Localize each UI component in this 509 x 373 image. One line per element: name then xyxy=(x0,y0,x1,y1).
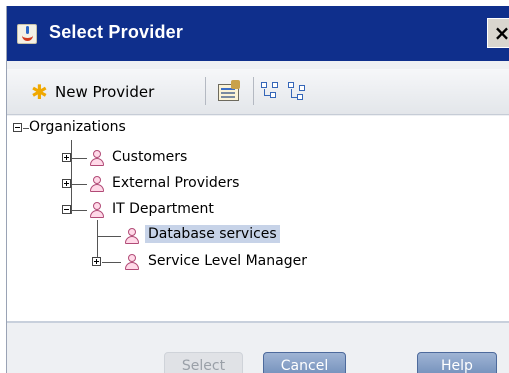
asterisk-icon: ✱ xyxy=(31,80,48,104)
tree-item-organizations[interactable]: Organizations xyxy=(29,119,126,135)
expand-toggle-service-level-manager[interactable] xyxy=(92,257,101,266)
java-cup-icon xyxy=(17,24,37,44)
collapse-all-button[interactable] xyxy=(288,82,308,100)
expand-all-button[interactable] xyxy=(261,82,281,100)
organization-icon xyxy=(88,175,106,193)
help-button[interactable]: Help xyxy=(417,352,497,373)
organization-icon xyxy=(123,253,141,271)
organization-icon xyxy=(88,201,106,219)
organization-icon xyxy=(123,227,141,245)
provider-tree[interactable]: Organizations Customers External Provide… xyxy=(7,116,509,321)
expand-toggle-external-providers[interactable] xyxy=(62,179,71,188)
tree-item-external-providers[interactable]: External Providers xyxy=(112,175,239,191)
tree-item-customers[interactable]: Customers xyxy=(112,149,187,165)
cancel-button[interactable]: Cancel xyxy=(263,352,346,373)
organization-icon xyxy=(88,149,106,167)
toolbar: ✱ New Provider xyxy=(7,69,509,115)
properties-hand-icon xyxy=(231,80,240,89)
toolbar-separator-2 xyxy=(253,77,254,105)
collapse-toggle-organizations[interactable] xyxy=(13,123,22,132)
toolbar-separator xyxy=(205,77,206,105)
select-provider-dialog: Select Provider × ✱ New Provider Organiz… xyxy=(6,6,509,373)
tree-item-it-department[interactable]: IT Department xyxy=(112,201,214,217)
collapse-all-icon xyxy=(288,82,294,88)
properties-button[interactable] xyxy=(218,80,242,102)
title-bar[interactable]: Select Provider xyxy=(7,6,509,61)
dialog-title: Select Provider xyxy=(49,22,184,42)
close-button[interactable]: × xyxy=(487,18,509,48)
button-bar: Select Cancel Help xyxy=(7,321,509,373)
new-provider-label: New Provider xyxy=(55,83,155,101)
collapse-toggle-it-department[interactable] xyxy=(62,205,71,214)
select-button[interactable]: Select xyxy=(164,352,243,373)
tree-item-service-level-manager[interactable]: Service Level Manager xyxy=(148,253,307,269)
expand-all-icon xyxy=(261,82,267,88)
new-provider-button[interactable]: ✱ New Provider xyxy=(31,79,154,105)
expand-toggle-customers[interactable] xyxy=(62,153,71,162)
tree-item-database-services[interactable]: Database services xyxy=(145,225,280,243)
